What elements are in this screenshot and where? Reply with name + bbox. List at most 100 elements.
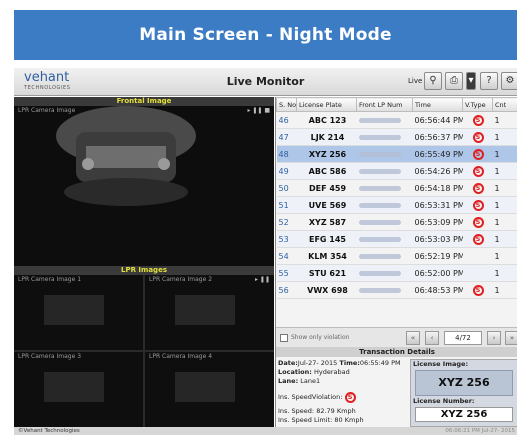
speed-line: Ins. Speed: 82.79 Kmph [278, 407, 408, 416]
date-label: Date: [278, 359, 298, 367]
location-value: Hyderabad [313, 368, 350, 376]
count-cell: 1 [492, 196, 517, 214]
lpr-camera-4[interactable]: LPR Camera Image 4 [145, 352, 274, 427]
previous-page-button[interactable]: ‹ [425, 331, 439, 345]
front-lp-num-cell [356, 162, 413, 180]
license-plate-cell: XYZ 256 [296, 145, 357, 163]
lpr-camera-1[interactable]: LPR Camera Image 1 [14, 275, 143, 350]
print-icon[interactable]: ⎙ [445, 72, 463, 90]
lane-label: Lane: [278, 377, 299, 385]
menu-icon[interactable]: ▾ [466, 72, 476, 90]
table-row[interactable]: 50 DEF 459 06:54:18 PM S 1 [276, 179, 517, 197]
lpr-camera-controls-icon[interactable]: ▸ ❚❚ [255, 276, 270, 283]
column-header[interactable]: Time [412, 97, 463, 112]
next-page-button[interactable]: › [487, 331, 501, 345]
speed-violation-icon: S [344, 392, 356, 403]
license-number-field[interactable]: XYZ 256 [415, 407, 513, 422]
column-header[interactable]: Front LP Num [356, 97, 413, 112]
blurred-plate-icon [358, 202, 401, 208]
events-panel: S. No License Plate Front LP Num Time V.… [275, 97, 517, 427]
license-plate-cell: VWX 698 [296, 281, 357, 299]
time-cell: 06:53:09 PM [412, 213, 463, 231]
count-cell: 1 [492, 281, 517, 299]
violation-icon: S [472, 148, 484, 160]
settings-icon[interactable]: ⚙ [501, 72, 517, 90]
front-lp-num-cell [356, 145, 413, 163]
lpr-camera-1-label: LPR Camera Image 1 [18, 276, 82, 283]
search-icon[interactable]: ⚲ [424, 72, 442, 90]
violation-icon: S [472, 284, 484, 296]
front-lp-num-cell [356, 230, 413, 248]
column-header[interactable]: S. No [276, 97, 297, 112]
date-value: Jul-27- 2015 [297, 359, 338, 367]
serial-number-cell: 50 [276, 179, 297, 197]
table-row[interactable]: 55 STU 621 06:52:00 PM 1 [276, 264, 517, 282]
help-icon[interactable]: ? [480, 72, 498, 90]
serial-number-cell: 49 [276, 162, 297, 180]
table-row[interactable]: 53 EFG 145 06:53:03 PM S 1 [276, 230, 517, 248]
vehicle-type-cell: S [462, 213, 493, 231]
table-row[interactable]: 47 LJK 214 06:56:37 PM S 1 [276, 128, 517, 146]
first-page-button[interactable]: « [406, 331, 420, 345]
blurred-plate-icon [358, 185, 401, 191]
lpr-camera-3-image [14, 352, 143, 427]
camera-panel: Frontal Image LPR Camera Image ▸ ❚❚ ■ LP… [14, 97, 274, 427]
vehicle-type-cell: S [462, 196, 493, 214]
show-violation-label: Show only violation [291, 334, 350, 341]
time-cell: 06:54:26 PM [412, 162, 463, 180]
front-lp-num-cell [356, 213, 413, 231]
count-cell: 1 [492, 145, 517, 163]
table-row[interactable]: 54 KLM 354 06:52:19 PM 1 [276, 247, 517, 265]
violation-icon: S [472, 233, 484, 245]
blurred-plate-icon [358, 219, 401, 225]
time-cell: 06:52:00 PM [412, 264, 463, 282]
count-cell: 1 [492, 128, 517, 146]
license-plate-cell: KLM 354 [296, 247, 357, 265]
table-row[interactable]: 56 VWX 698 06:48:53 PM S 1 [276, 281, 517, 299]
column-header[interactable]: License Plate [296, 97, 357, 112]
table-row[interactable]: 46 ABC 123 06:56:44 PM S 1 [276, 111, 517, 129]
table-row[interactable]: 51 UVE 569 06:53:31 PM S 1 [276, 196, 517, 214]
lane-line: Lane: Lane1 [278, 377, 408, 386]
lpr-camera-4-label: LPR Camera Image 4 [149, 353, 213, 360]
license-plate-cell: STU 621 [296, 264, 357, 282]
serial-number-cell: 47 [276, 128, 297, 146]
speed-label: Ins. Speed: [278, 407, 315, 415]
lpr-camera-2[interactable]: LPR Camera Image 2 ▸ ❚❚ [145, 275, 274, 350]
page-indicator[interactable]: 4/72 [444, 331, 482, 345]
license-plate-cell: ABC 586 [296, 162, 357, 180]
lpr-camera-1-image [14, 275, 143, 350]
count-cell: 1 [492, 264, 517, 282]
vehicle-type-cell [462, 264, 493, 282]
serial-number-cell: 52 [276, 213, 297, 231]
license-panel: License Image: XYZ 256 License Number: X… [410, 359, 517, 427]
show-violation-checkbox[interactable] [280, 334, 288, 342]
license-plate-cell: ABC 123 [296, 111, 357, 129]
count-cell: 1 [492, 111, 517, 129]
blurred-plate-icon [358, 253, 401, 259]
status-clock: 06:06:21 PM Jul-27- 2015 [445, 428, 515, 434]
blurred-plate-icon [358, 270, 401, 276]
time-cell: 06:54:18 PM [412, 179, 463, 197]
time-cell: 06:52:19 PM [412, 247, 463, 265]
table-row[interactable]: 48 XYZ 256 06:55:49 PM S 1 [276, 145, 517, 163]
column-header[interactable]: Cnt [492, 97, 517, 112]
time-cell: 06:48:53 PM [412, 281, 463, 299]
time-cell: 06:53:03 PM [412, 230, 463, 248]
table-row[interactable]: 52 XYZ 587 06:53:09 PM S 1 [276, 213, 517, 231]
license-image[interactable]: XYZ 256 [415, 370, 513, 396]
camera-controls-icon[interactable]: ▸ ❚❚ ■ [247, 107, 270, 114]
last-page-button[interactable]: » [505, 331, 517, 345]
date-time-line: Date:Jul-27- 2015 Time:06:55:49 PM [278, 359, 408, 368]
violation-icon: S [472, 199, 484, 211]
table-row[interactable]: 49 ABC 586 06:54:26 PM S 1 [276, 162, 517, 180]
speed-limit-label: Ins. Speed Limit: [278, 416, 333, 424]
column-header[interactable]: V.Type [462, 97, 493, 112]
vehicle-type-cell: S [462, 162, 493, 180]
front-lp-num-cell [356, 247, 413, 265]
lpr-camera-3[interactable]: LPR Camera Image 3 [14, 352, 143, 427]
blurred-plate-icon [358, 168, 401, 174]
blurred-plate-icon [358, 287, 401, 293]
count-cell: 1 [492, 162, 517, 180]
frontal-camera-view[interactable]: LPR Camera Image ▸ ❚❚ ■ [14, 106, 274, 266]
